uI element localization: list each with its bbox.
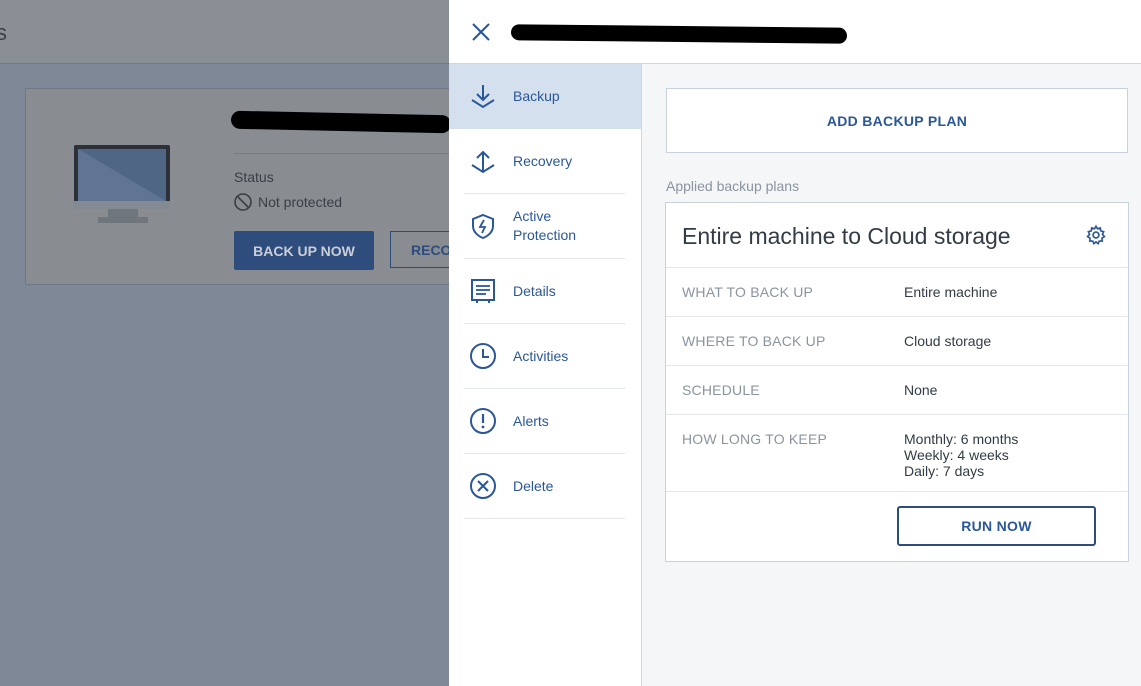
sidebar-item-label: Backup	[513, 87, 560, 104]
add-backup-plan-button[interactable]: ADD BACKUP PLAN	[666, 88, 1128, 153]
sidebar-item-label: Activities	[513, 347, 569, 364]
plan-row-value: None	[904, 382, 938, 398]
shield-icon	[467, 210, 499, 242]
delete-icon	[467, 470, 499, 502]
plan-row-value: Entire machine	[904, 284, 998, 300]
plan-row-what: WHAT TO BACK UP Entire machine	[666, 267, 1128, 316]
sidebar-item-activities[interactable]: Activities	[464, 324, 625, 389]
redacted-machine-name	[230, 110, 452, 134]
close-icon[interactable]	[469, 20, 493, 44]
sidebar-item-label: Active Protection	[513, 208, 577, 243]
not-protected-icon	[234, 193, 252, 211]
sidebar-item-label: Details	[513, 282, 556, 299]
details-icon	[467, 275, 499, 307]
sidebar-item-alerts[interactable]: Alerts	[464, 389, 625, 454]
sidebar-item-label: Alerts	[513, 412, 549, 429]
backup-icon	[467, 80, 499, 112]
gear-icon[interactable]	[1085, 224, 1107, 246]
plan-row-key: WHERE TO BACK UP	[682, 333, 826, 349]
back-up-now-button[interactable]: BACK UP NOW	[234, 231, 374, 270]
plan-row-value: Monthly: 6 months Weekly: 4 weeks Daily:…	[904, 431, 1018, 479]
plan-title: Entire machine to Cloud storage	[682, 223, 1011, 249]
status-label: Status	[234, 169, 274, 185]
status-value: Not protected	[234, 193, 342, 211]
recovery-icon	[467, 145, 499, 177]
redacted-panel-title	[510, 24, 848, 44]
sidebar-item-backup[interactable]: Backup	[449, 64, 641, 129]
divider	[234, 153, 464, 154]
retention-weekly: Weekly: 4 weeks	[904, 447, 1009, 463]
sidebar-item-delete[interactable]: Delete	[464, 454, 625, 519]
plan-row-key: HOW LONG TO KEEP	[682, 431, 828, 447]
backup-plan-card: Entire machine to Cloud storage WHAT TO …	[665, 202, 1129, 562]
plan-row-where: WHERE TO BACK UP Cloud storage	[666, 316, 1128, 365]
run-now-button[interactable]: RUN NOW	[897, 506, 1096, 546]
status-value-text: Not protected	[258, 194, 343, 210]
panel-sidebar: Backup Recovery Active Protection Detail…	[449, 64, 642, 686]
panel-content: ADD BACKUP PLAN Applied backup plans Ent…	[642, 64, 1141, 686]
sidebar-item-recovery[interactable]: Recovery	[464, 129, 625, 194]
sidebar-item-details[interactable]: Details	[464, 259, 625, 324]
plan-row-value: Cloud storage	[904, 333, 992, 349]
plan-row-schedule: SCHEDULE None	[666, 365, 1128, 414]
sidebar-item-label: Delete	[513, 477, 554, 494]
machine-card: Status Not protected BACK UP NOW RECO	[25, 88, 480, 285]
applied-plans-label: Applied backup plans	[666, 178, 800, 194]
plan-row-key: WHAT TO BACK UP	[682, 284, 814, 300]
background-header: s	[0, 0, 449, 64]
clock-icon	[467, 340, 499, 372]
computer-monitor-icon	[74, 145, 170, 223]
sidebar-item-active-protection[interactable]: Active Protection	[464, 194, 625, 259]
retention-daily: Daily: 7 days	[904, 463, 985, 479]
sidebar-item-label: Recovery	[513, 152, 573, 169]
retention-monthly: Monthly: 6 months	[904, 431, 1019, 447]
panel-header	[449, 0, 1141, 64]
machine-panel: Backup Recovery Active Protection Detail…	[449, 0, 1141, 686]
alert-icon	[467, 405, 499, 437]
plan-row-key: SCHEDULE	[682, 382, 760, 398]
plan-row-retention: HOW LONG TO KEEP Monthly: 6 months Weekl…	[666, 414, 1128, 492]
background-header-text: s	[0, 20, 7, 45]
